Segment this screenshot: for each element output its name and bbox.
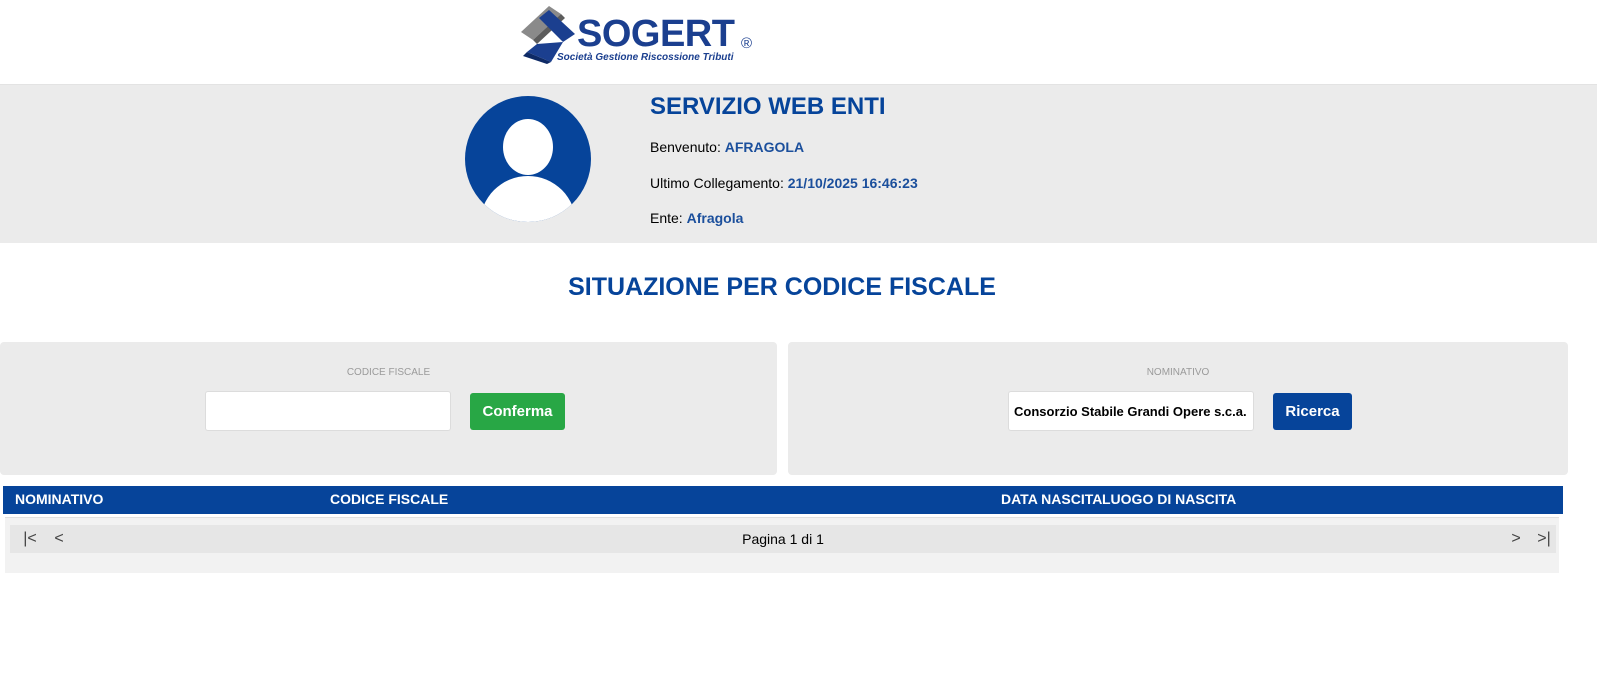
last-page-icon[interactable]: >| — [1532, 525, 1556, 553]
ente-line: Ente: Afragola — [650, 210, 743, 226]
nominativo-input[interactable] — [1008, 391, 1254, 431]
sogert-logo[interactable]: SOGERT ® Società Gestione Riscossione Tr… — [519, 4, 764, 66]
user-info-band: SERVIZIO WEB ENTI Benvenuto: AFRAGOLA Ul… — [0, 85, 1597, 243]
logo-tagline: Società Gestione Riscossione Tributi — [557, 52, 734, 63]
column-header-data-nascita[interactable]: DATA NASCITA — [1001, 486, 1102, 513]
ente-value: Afragola — [686, 210, 744, 226]
results-table-body: |< < Pagina 1 di 1 > >| — [5, 517, 1559, 573]
last-login-value: 21/10/2025 16:46:23 — [787, 175, 918, 191]
results-table-header: NOMINATIVO CODICE FISCALE DATA NASCITA L… — [3, 486, 1563, 514]
codice-fiscale-panel: CODICE FISCALE Conferma — [0, 342, 777, 475]
welcome-value: AFRAGOLA — [724, 139, 805, 155]
ente-label: Ente: — [650, 210, 683, 226]
logo-wordmark: SOGERT — [577, 13, 735, 55]
codice-fiscale-input[interactable] — [205, 391, 451, 431]
ricerca-button[interactable]: Ricerca — [1273, 393, 1352, 430]
codice-fiscale-label: CODICE FISCALE — [346, 367, 431, 378]
top-bar: SOGERT ® Società Gestione Riscossione Tr… — [0, 0, 1597, 85]
pager: |< < Pagina 1 di 1 > >| — [10, 525, 1556, 553]
next-page-icon[interactable]: > — [1504, 525, 1528, 553]
nominativo-label: NOMINATIVO — [1146, 367, 1210, 378]
column-header-luogo-nascita[interactable]: LUOGO DI NASCITA — [1102, 486, 1236, 513]
page-title: SITUAZIONE PER CODICE FISCALE — [568, 273, 996, 301]
last-login-label: Ultimo Collegamento: — [650, 175, 784, 191]
page-indicator: Pagina 1 di 1 — [742, 531, 824, 547]
service-title: SERVIZIO WEB ENTI — [650, 93, 886, 120]
nominativo-panel: NOMINATIVO Ricerca — [788, 342, 1568, 475]
column-header-nominativo[interactable]: NOMINATIVO — [15, 486, 103, 513]
user-avatar-icon — [465, 96, 591, 222]
last-login-line: Ultimo Collegamento: 21/10/2025 16:46:23 — [650, 175, 918, 191]
column-header-codice-fiscale[interactable]: CODICE FISCALE — [330, 486, 448, 513]
welcome-line: Benvenuto: AFRAGOLA — [650, 139, 804, 155]
welcome-label: Benvenuto: — [650, 139, 721, 155]
registered-mark: ® — [741, 35, 753, 52]
conferma-button[interactable]: Conferma — [470, 393, 565, 430]
